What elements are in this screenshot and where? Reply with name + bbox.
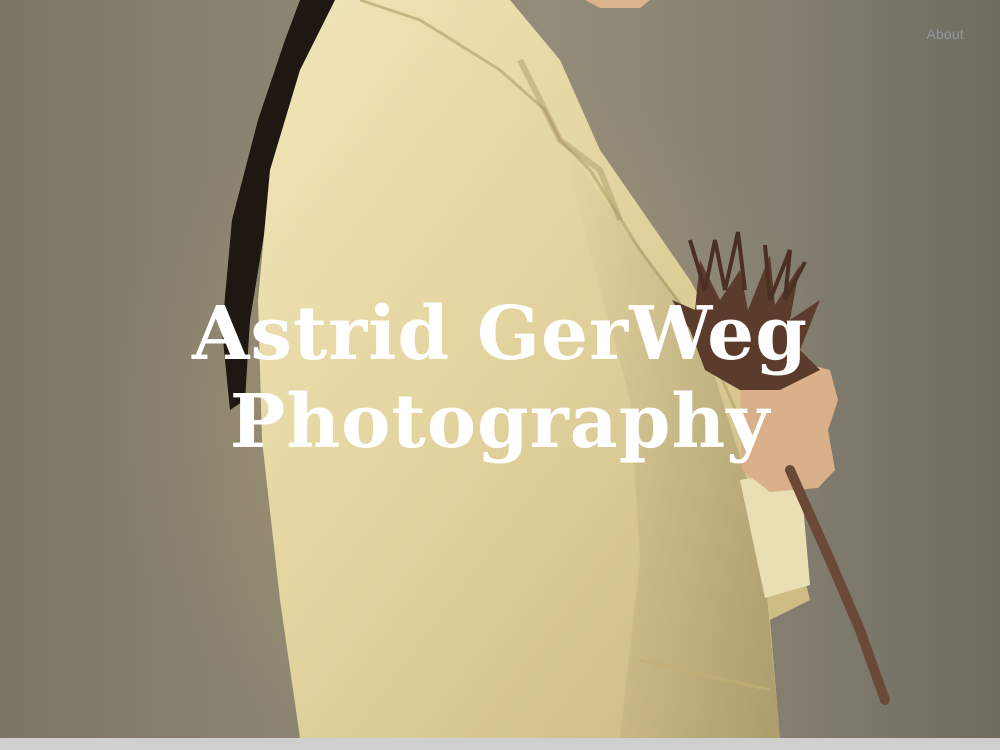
chin-shape <box>585 0 650 8</box>
page-viewport: About Astrid GerWeg Photography <box>0 0 1000 750</box>
site-title-line-2: Photography <box>229 379 771 465</box>
bottom-scroll-strip <box>0 738 1000 750</box>
hero-section: About Astrid GerWeg Photography <box>0 0 1000 738</box>
nav-about-link[interactable]: About <box>926 26 964 42</box>
site-title-line-1: Astrid GerWeg <box>191 291 809 377</box>
site-title: Astrid GerWeg Photography <box>0 290 1000 466</box>
